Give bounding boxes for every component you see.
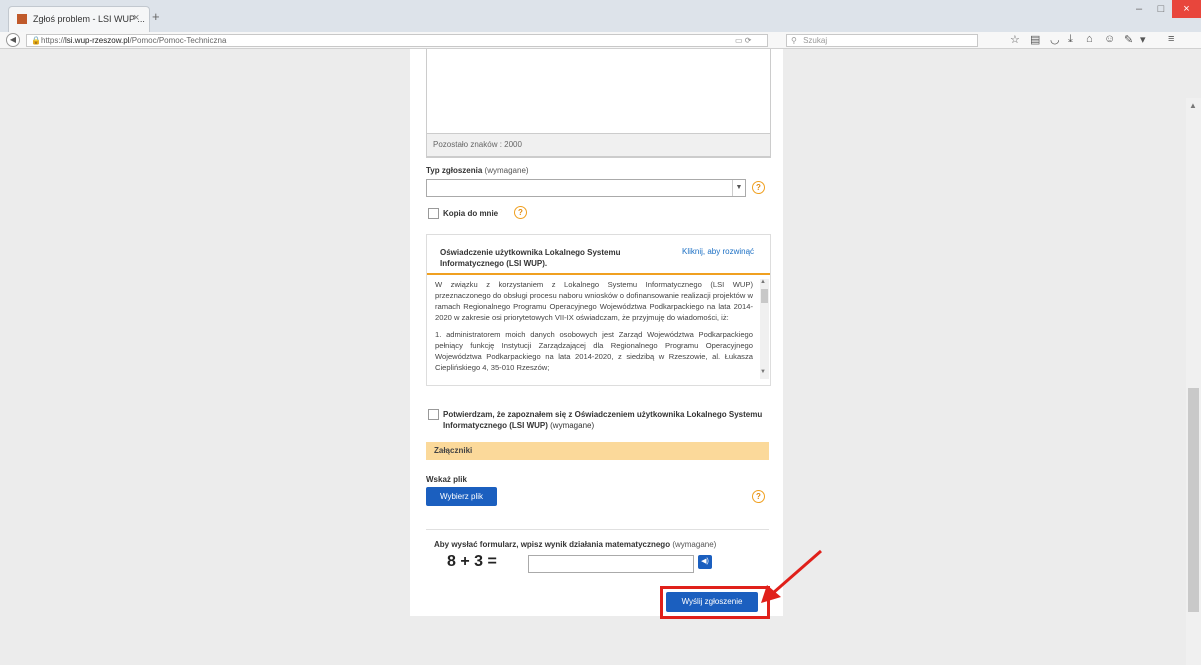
attachments-section-header: Załączniki xyxy=(426,442,769,460)
scroll-thumb[interactable] xyxy=(761,289,768,303)
url-text: https://lsi.wup-rzeszow.pl/Pomoc/Pomoc-T… xyxy=(41,36,227,45)
scroll-up-icon[interactable]: ▲ xyxy=(1189,101,1197,110)
navigation-bar: ◀ 🔒 https://lsi.wup-rzeszow.pl/Pomoc/Pom… xyxy=(0,32,1201,49)
star-icon[interactable]: ☆ xyxy=(1010,33,1020,46)
pocket-icon[interactable]: ◡ xyxy=(1050,33,1060,46)
page-scroll-thumb[interactable] xyxy=(1188,388,1199,612)
annotation-arrow-icon xyxy=(761,549,822,603)
page-scrollbar[interactable]: ▲ xyxy=(1186,98,1201,665)
declaration-panel: Oświadczenie użytkownika Lokalnego Syste… xyxy=(426,234,771,386)
sync-icon[interactable]: ☺ xyxy=(1104,33,1115,45)
extension-icon[interactable]: ✎ xyxy=(1124,33,1133,46)
home-icon[interactable]: ⌂ xyxy=(1086,33,1093,45)
captcha-equation: 8 + 3 = xyxy=(447,553,497,570)
copy-label: Kopia do mnie xyxy=(443,209,499,218)
declaration-text: W związku z korzystaniem z Lokalnego Sys… xyxy=(435,280,753,372)
type-select[interactable]: ▼ xyxy=(426,179,746,197)
remaining-characters: Pozostało znaków : 2000 xyxy=(426,133,771,157)
tab-close-icon[interactable]: × xyxy=(133,12,139,24)
menu-icon[interactable]: ≡ xyxy=(1168,33,1174,45)
help-icon[interactable]: ? xyxy=(752,181,765,194)
back-arrow-icon[interactable]: ◀ xyxy=(6,33,20,47)
captcha-label: Aby wysłać formularz, wpisz wynik działa… xyxy=(434,540,717,549)
download-icon[interactable]: ⤓ xyxy=(1068,33,1073,46)
confirm-checkbox[interactable] xyxy=(428,409,439,420)
declaration-scrollbar[interactable]: ▲ ▼ xyxy=(760,279,769,379)
page-viewport: Pozostało znaków : 2000 Typ zgłoszenia (… xyxy=(0,49,1201,665)
tab-strip: Zgłoś problem - LSI WUP ... × + – □ × xyxy=(0,0,1201,33)
speaker-icon[interactable]: ◀) xyxy=(698,555,712,569)
scroll-down-icon[interactable]: ▼ xyxy=(760,369,766,375)
file-label: Wskaż plik xyxy=(426,475,467,484)
expand-link[interactable]: Kliknij, aby rozwinąć xyxy=(682,247,754,256)
chevron-down-icon: ▼ xyxy=(732,180,745,196)
search-input[interactable]: ⚲ Szukaj xyxy=(786,34,978,47)
scroll-up-icon[interactable]: ▲ xyxy=(760,279,766,285)
reader-view-icon[interactable]: ▭ ⟳ xyxy=(735,35,751,46)
captcha-answer-input[interactable] xyxy=(528,555,694,573)
new-tab-button[interactable]: + xyxy=(152,9,160,24)
divider xyxy=(426,529,769,530)
site-favicon-icon xyxy=(17,14,27,24)
maximize-icon[interactable]: □ xyxy=(1150,0,1172,18)
help-icon[interactable]: ? xyxy=(514,206,527,219)
type-label: Typ zgłoszenia (wymagane) xyxy=(426,166,529,175)
overflow-icon[interactable]: ▾ xyxy=(1140,33,1146,46)
submit-highlight: Wyślij zgłoszenie xyxy=(660,586,770,619)
copy-checkbox[interactable] xyxy=(428,208,439,219)
lock-icon: 🔒 xyxy=(31,36,41,45)
tab-title: Zgłoś problem - LSI WUP ... xyxy=(33,14,145,24)
library-icon[interactable]: ▤ xyxy=(1030,33,1040,46)
browser-tab[interactable]: Zgłoś problem - LSI WUP ... × xyxy=(8,6,150,33)
confirm-label: Potwierdzam, że zapoznałem się z Oświadc… xyxy=(443,410,763,430)
address-bar[interactable]: 🔒 https://lsi.wup-rzeszow.pl/Pomoc/Pomoc… xyxy=(26,34,768,47)
declaration-title: Oświadczenie użytkownika Lokalnego Syste… xyxy=(440,248,621,268)
submit-button[interactable]: Wyślij zgłoszenie xyxy=(666,592,758,612)
declaration-header: Oświadczenie użytkownika Lokalnego Syste… xyxy=(427,235,770,275)
choose-file-button[interactable]: Wybierz plik xyxy=(426,487,497,506)
form-container: Pozostało znaków : 2000 Typ zgłoszenia (… xyxy=(410,49,783,619)
minimize-icon[interactable]: – xyxy=(1128,0,1150,18)
help-icon[interactable]: ? xyxy=(752,490,765,503)
window-close-icon[interactable]: × xyxy=(1172,0,1201,18)
